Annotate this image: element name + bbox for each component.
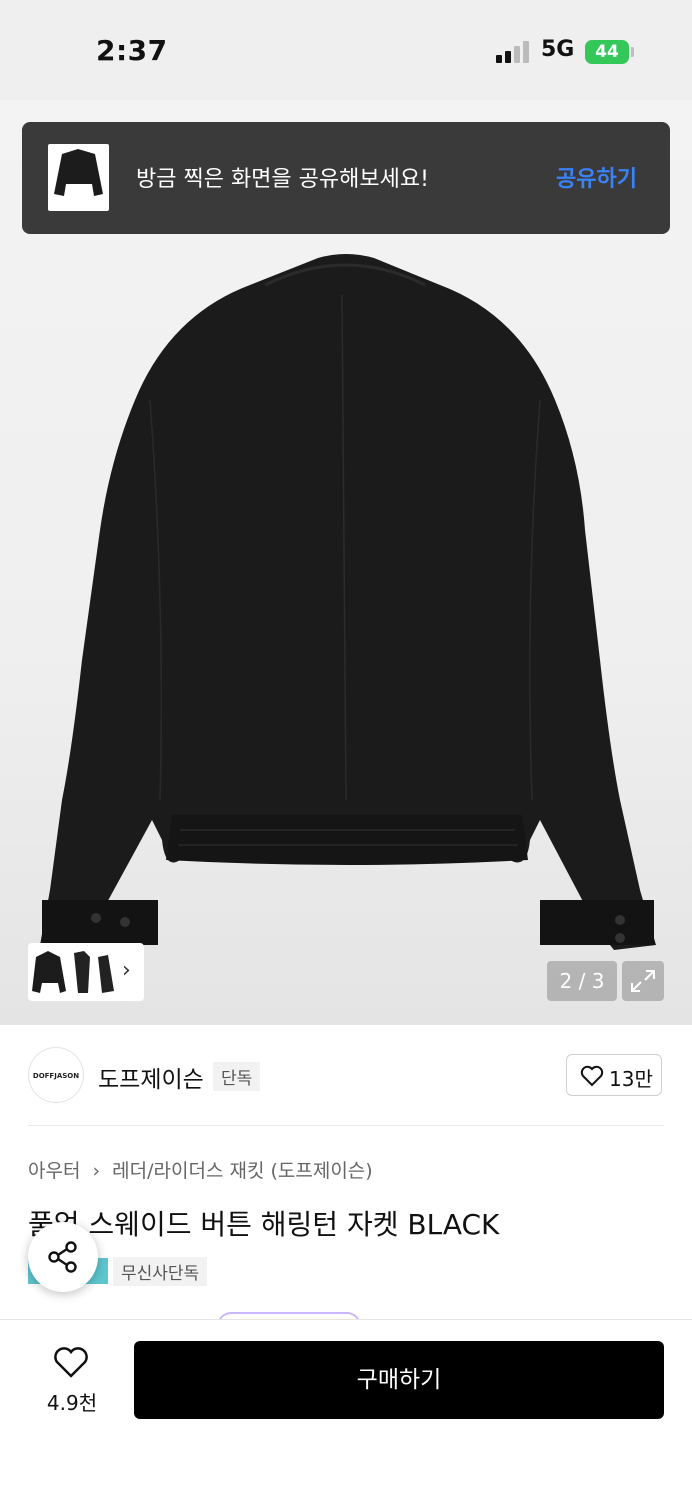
battery-cap (631, 47, 634, 57)
breadcrumb-separator: › (92, 1160, 101, 1182)
brand-logo[interactable]: DOFFJASON (28, 1047, 84, 1103)
breadcrumb-subcategory[interactable]: 레더/라이더스 재킷 (도프제이슨) (112, 1160, 373, 1182)
status-time: 2:37 (96, 34, 168, 67)
wishlist-count: 4.9천 (46, 1391, 98, 1415)
brand-like-button[interactable]: 13만 (566, 1054, 662, 1096)
musinsa-exclusive-badge: 무신사단독 (113, 1257, 208, 1286)
wishlist-heart-icon[interactable] (53, 1347, 89, 1379)
jacket-image (40, 254, 656, 950)
heart-icon (580, 1065, 604, 1087)
brand-like-count: 13만 (609, 1067, 653, 1091)
product-image[interactable] (0, 100, 692, 1025)
breadcrumb-category[interactable]: 아우터 (28, 1160, 80, 1182)
product-title: 풀업 스웨이드 버튼 해링턴 자켓 BLACK (28, 1208, 500, 1241)
buy-button[interactable]: 구매하기 (134, 1341, 664, 1419)
exclusive-badge: 단독 (213, 1062, 261, 1091)
screenshot-thumbnail[interactable] (48, 144, 109, 211)
expand-icon[interactable] (622, 961, 664, 1001)
share-button[interactable] (28, 1222, 98, 1292)
brand-name[interactable]: 도프제이슨 (98, 1060, 204, 1094)
battery-icon: 44 (585, 40, 629, 64)
breadcrumb[interactable]: 아우터 › 레더/라이더스 재킷 (도프제이슨) (28, 1156, 373, 1183)
share-icon (48, 1241, 77, 1273)
share-now-button[interactable]: 공유하기 (556, 161, 637, 193)
signal-icon (496, 41, 529, 63)
image-counter: 2 / 3 (547, 961, 617, 1001)
network-label: 5G (541, 37, 575, 62)
thumbnail-jacket-image (54, 149, 103, 196)
divider (28, 1125, 664, 1126)
chevron-right-icon[interactable]: › (122, 958, 131, 983)
toast-message: 방금 찍은 화면을 공유해보세요! (136, 167, 429, 192)
